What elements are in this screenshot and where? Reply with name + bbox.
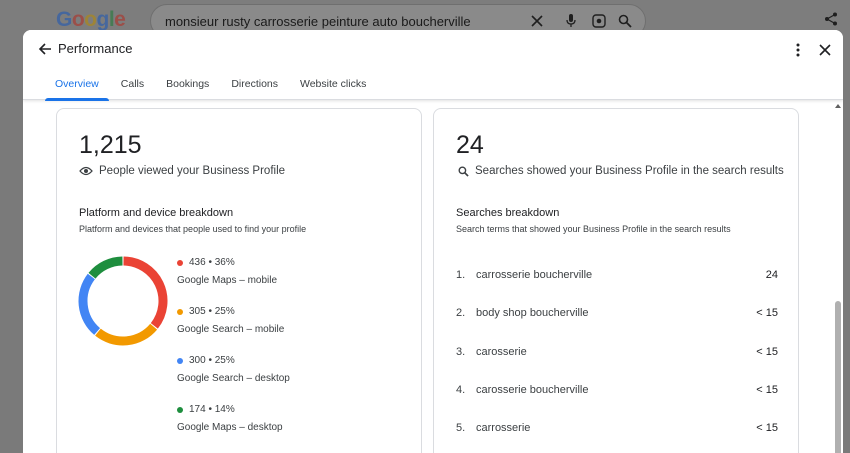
tab-directions[interactable]: Directions (231, 74, 278, 100)
row-count: < 15 (756, 346, 778, 358)
legend-label: Google Maps – desktop (177, 422, 283, 433)
close-button[interactable] (814, 39, 836, 61)
clear-icon (529, 14, 545, 30)
row-term: body shop boucherville (476, 307, 589, 319)
dialog-scrollbar[interactable] (833, 100, 843, 453)
row-index: 4. (456, 384, 466, 396)
more-options-button[interactable] (787, 39, 809, 61)
legend-dot (177, 406, 183, 413)
legend-dot (177, 357, 183, 364)
tab-overview[interactable]: Overview (45, 74, 109, 101)
share-icon (824, 12, 838, 29)
profile-views-card: 1,215 People viewed your Business Profil… (56, 108, 422, 453)
searches-count: 24 (456, 131, 484, 159)
donut-segment (123, 256, 168, 329)
donut-segment (95, 323, 158, 346)
legend-item: 436 • 36% Google Maps – mobile (177, 257, 277, 286)
platform-breakdown-title: Platform and device breakdown (79, 207, 234, 219)
scroll-up-arrow-icon[interactable] (834, 102, 842, 110)
legend-stat: 305 • 25% (189, 306, 235, 317)
back-button[interactable] (31, 38, 59, 60)
row-term: carrosserie boucherville (476, 269, 593, 281)
searches-caption-row: Searches showed your Business Profile in… (456, 165, 784, 177)
donut-segment (78, 273, 101, 335)
row-term: carosserie boucherville (476, 384, 589, 396)
row-index: 3. (456, 346, 466, 358)
searches-breakdown-subtitle: Search terms that showed your Business P… (456, 224, 731, 234)
legend-dot (177, 308, 183, 315)
platform-breakdown-subtitle: Platform and devices that people used to… (79, 224, 307, 234)
row-index: 1. (456, 269, 466, 281)
dialog-header: Performance Overview Calls Bookings Dire… (23, 30, 843, 101)
views-caption: People viewed your Business Profile (99, 165, 286, 177)
legend-stat: 436 • 36% (189, 257, 235, 268)
eye-icon (79, 166, 93, 176)
microphone-icon (563, 14, 579, 30)
row-count: < 15 (756, 422, 778, 434)
dialog-title: Performance (58, 41, 133, 56)
search-icon (458, 166, 469, 177)
dialog-content: 1,215 People viewed your Business Profil… (23, 100, 843, 453)
search-icon (617, 14, 633, 30)
google-logo: Google (56, 8, 126, 31)
row-term: carrosserie (476, 422, 531, 434)
performance-dialog: Performance Overview Calls Bookings Dire… (23, 30, 843, 453)
legend-stat: 300 • 25% (189, 355, 235, 366)
tab-website-clicks[interactable]: Website clicks (300, 74, 366, 100)
arrow-back-icon (38, 43, 51, 55)
views-count: 1,215 (79, 131, 142, 159)
legend-dot (177, 259, 183, 266)
row-count: < 15 (756, 384, 778, 396)
scroll-thumb[interactable] (835, 301, 841, 453)
close-icon (819, 44, 831, 56)
more-vert-icon (796, 43, 800, 57)
legend-item: 300 • 25% Google Search – desktop (177, 355, 290, 384)
legend-label: Google Search – desktop (177, 373, 290, 384)
searches-caption: Searches showed your Business Profile in… (475, 165, 784, 177)
legend-label: Google Search – mobile (177, 324, 285, 335)
row-index: 2. (456, 307, 466, 319)
legend-item: 305 • 25% Google Search – mobile (177, 306, 284, 335)
legend-item: 174 • 14% Google Maps – desktop (177, 404, 283, 433)
tab-bar: Overview Calls Bookings Directions Websi… (45, 74, 388, 101)
platform-donut-chart (78, 256, 168, 346)
legend-stat: 174 • 14% (189, 404, 235, 415)
row-count: 24 (765, 269, 778, 281)
searches-card: 24 Searches showed your Business Profile… (433, 108, 799, 453)
searches-breakdown-title: Searches breakdown (456, 207, 560, 219)
background-search-query: monsieur rusty carrosserie peinture auto… (165, 14, 471, 29)
row-index: 5. (456, 422, 466, 434)
tab-calls[interactable]: Calls (121, 74, 144, 100)
camera-lens-icon (591, 14, 607, 30)
row-count: < 15 (756, 307, 778, 319)
donut-segment (88, 256, 123, 279)
row-term: carosserie (476, 346, 527, 358)
views-caption-row: People viewed your Business Profile (79, 165, 285, 177)
legend-label: Google Maps – mobile (177, 275, 278, 286)
tab-bookings[interactable]: Bookings (166, 74, 209, 100)
